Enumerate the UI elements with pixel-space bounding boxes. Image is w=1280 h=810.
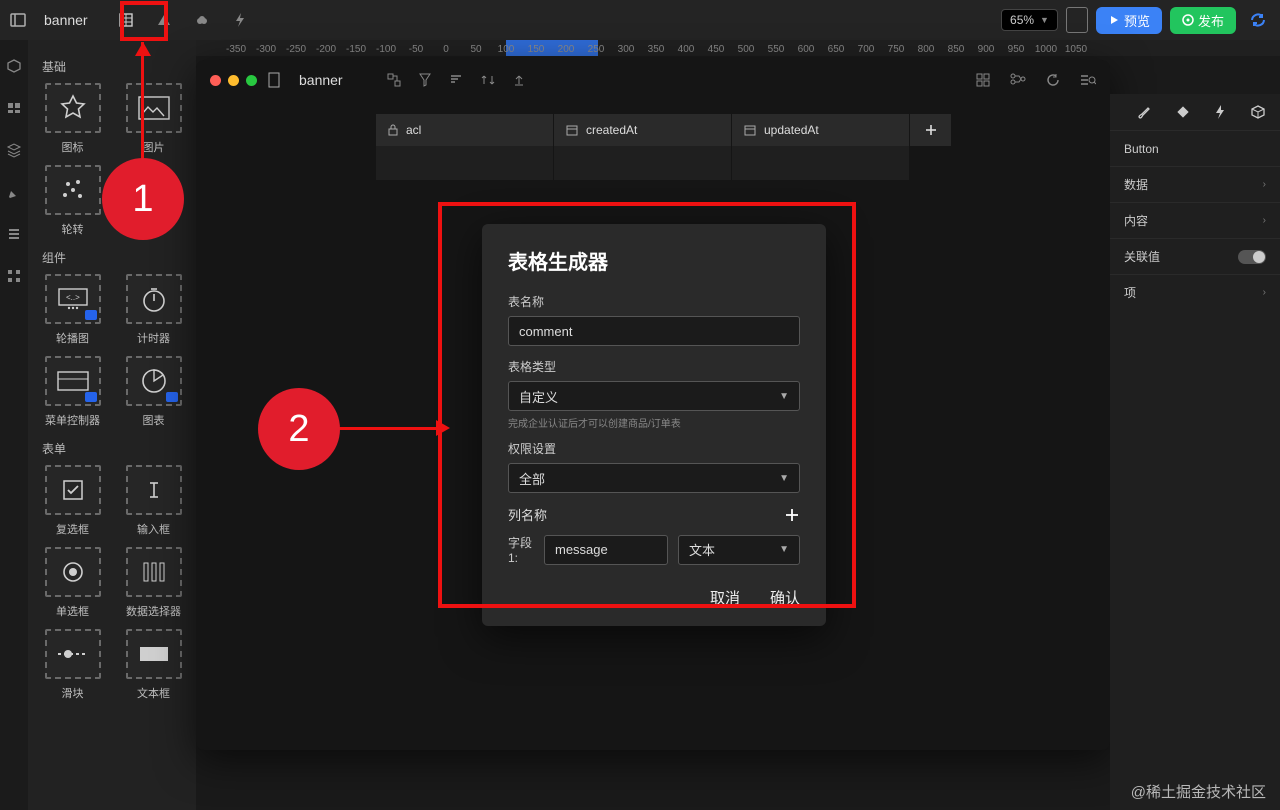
left-rail: [0, 40, 28, 810]
type-label: 表格类型: [508, 358, 800, 375]
refresh-icon[interactable]: [1046, 73, 1060, 87]
components-sidebar: 基础 图标 图片 轮转 组件 <..> 轮播图 计时器 菜单控制器: [28, 40, 196, 810]
doc-icon: [267, 72, 281, 88]
sidebar-toggle-icon[interactable]: [8, 10, 28, 30]
device-frame-icon[interactable]: [1066, 7, 1088, 33]
rail-cube-icon[interactable]: [6, 58, 22, 74]
sort2-icon[interactable]: [481, 73, 495, 87]
bolt-small-icon[interactable]: [1214, 104, 1226, 120]
brush-icon[interactable]: [1136, 104, 1152, 120]
card-data-selector[interactable]: 数据选择器: [119, 547, 188, 619]
section-form: 表单: [42, 440, 188, 457]
cloud-icon[interactable]: [192, 10, 212, 30]
inspector-panel: Button 数据› 内容› 关联值 项›: [1110, 94, 1280, 810]
annotation-arrow-1: [141, 42, 144, 160]
relations-icon[interactable]: [1010, 73, 1026, 87]
window-controls[interactable]: [210, 75, 257, 86]
card-rotation[interactable]: 轮转: [38, 165, 107, 237]
insp-item[interactable]: 项›: [1110, 274, 1280, 310]
annotation-arrow-2: [338, 427, 438, 430]
card-carousel[interactable]: <..> 轮播图: [38, 274, 107, 346]
table-generator-dialog: 表格生成器 表名称 comment 表格类型 自定义▼ 完成企业认证后才可以创建…: [482, 224, 826, 626]
permission-select[interactable]: 全部▼: [508, 463, 800, 493]
perm-label: 权限设置: [508, 440, 800, 457]
field-prefix: 字段 1:: [508, 534, 534, 565]
type-helper: 完成企业认证后才可以创建商品/订单表: [508, 415, 800, 430]
main-area: -350-300-250-200-150-100-500501001502002…: [196, 40, 1280, 810]
watermark: @稀土掘金技术社区: [1131, 781, 1266, 802]
box-icon[interactable]: [1250, 104, 1266, 120]
card-slider[interactable]: 滑块: [38, 629, 107, 701]
card-image[interactable]: 图片: [119, 83, 188, 155]
confirm-button[interactable]: 确认: [770, 587, 800, 608]
search-list-icon[interactable]: [1080, 73, 1096, 87]
card-radio[interactable]: 单选框: [38, 547, 107, 619]
section-basic: 基础: [42, 58, 188, 75]
card-textbox[interactable]: 文本框: [119, 629, 188, 701]
tree-icon[interactable]: [387, 73, 401, 87]
insp-type: Button: [1110, 130, 1280, 166]
sync-icon[interactable]: [1244, 6, 1272, 34]
upload-icon[interactable]: [513, 73, 525, 87]
table-type-select[interactable]: 自定义▼: [508, 381, 800, 411]
cell[interactable]: [732, 146, 910, 180]
zoom-select[interactable]: 65% ▼: [1001, 9, 1058, 31]
diamond-icon[interactable]: [1176, 105, 1190, 119]
data-window-title: banner: [299, 72, 343, 88]
col-add[interactable]: [910, 114, 952, 146]
table-name-input[interactable]: comment: [508, 316, 800, 346]
relation-toggle[interactable]: [1238, 250, 1266, 264]
card-timer[interactable]: 计时器: [119, 274, 188, 346]
data-columns: acl createdAt updatedAt: [376, 114, 1090, 224]
preview-button[interactable]: 预览: [1096, 7, 1162, 34]
dialog-title: 表格生成器: [508, 246, 800, 275]
insp-content[interactable]: 内容›: [1110, 202, 1280, 238]
card-menu-controller[interactable]: 菜单控制器: [38, 356, 107, 428]
data-window: banner acl createdAt updatedAt: [196, 60, 1110, 750]
cancel-button[interactable]: 取消: [710, 587, 740, 608]
bolt-icon[interactable]: [230, 10, 250, 30]
rail-stack-icon[interactable]: [6, 142, 22, 158]
field-name-input[interactable]: message: [544, 535, 668, 565]
svg-text:<..>: <..>: [66, 293, 80, 302]
filter-icon[interactable]: [419, 73, 431, 87]
card-input[interactable]: 输入框: [119, 465, 188, 537]
col-updatedat[interactable]: updatedAt: [732, 114, 910, 146]
insp-relation[interactable]: 关联值: [1110, 238, 1280, 274]
annotation-2: 2: [258, 388, 340, 470]
annotation-1: 1: [102, 158, 184, 240]
field-type-select[interactable]: 文本▼: [678, 535, 800, 565]
card-chart[interactable]: 图表: [119, 356, 188, 428]
cell[interactable]: [554, 146, 732, 180]
rail-pen-icon[interactable]: [6, 184, 22, 200]
col-label: 列名称: [508, 505, 547, 524]
grid-view-icon[interactable]: [976, 73, 990, 87]
col-createdat[interactable]: createdAt: [554, 114, 732, 146]
cell[interactable]: [376, 146, 554, 180]
card-icon[interactable]: 图标: [38, 83, 107, 155]
col-acl[interactable]: acl: [376, 114, 554, 146]
sort-icon[interactable]: [449, 73, 463, 87]
logo-icon[interactable]: [154, 10, 174, 30]
data-table-icon[interactable]: [116, 10, 136, 30]
zoom-value: 65%: [1010, 13, 1034, 27]
card-checkbox[interactable]: 复选框: [38, 465, 107, 537]
rail-grid-icon[interactable]: [6, 268, 22, 284]
rail-list-icon[interactable]: [6, 226, 22, 242]
ruler: -350-300-250-200-150-100-500501001502002…: [196, 40, 1280, 56]
add-column-icon[interactable]: [784, 507, 800, 523]
top-bar: banner 65% ▼ 预览 发布: [0, 0, 1280, 40]
name-label: 表名称: [508, 293, 800, 310]
publish-button[interactable]: 发布: [1170, 7, 1236, 34]
rail-layers-icon[interactable]: [6, 100, 22, 116]
section-components: 组件: [42, 249, 188, 266]
insp-data[interactable]: 数据›: [1110, 166, 1280, 202]
toolbar-icons: [116, 10, 250, 30]
page-name: banner: [44, 12, 88, 28]
